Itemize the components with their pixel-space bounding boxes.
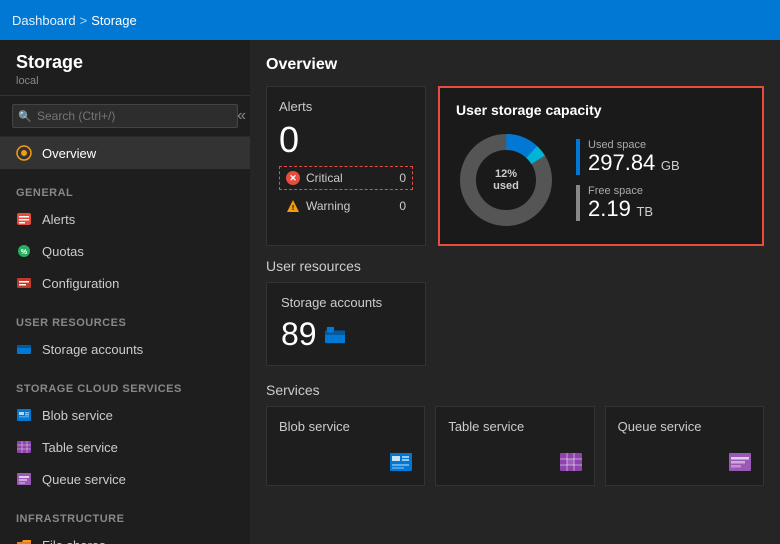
queue-icon	[16, 471, 32, 487]
sidebar-config-label: Configuration	[42, 276, 119, 291]
free-space-row: Free space 2.19 TB	[576, 185, 680, 221]
warning-icon: !	[286, 199, 300, 213]
capacity-card: User storage capacity 12% used	[438, 86, 764, 246]
collapse-button[interactable]: «	[237, 107, 246, 125]
sidebar-quotas-label: Quotas	[42, 244, 84, 259]
free-unit: TB	[636, 204, 653, 219]
svg-text:!: !	[292, 205, 294, 212]
capacity-inner: 12% used Used space 297.84 GB	[456, 130, 746, 230]
user-resources-title: User resources	[266, 258, 764, 274]
main-content: Overview Alerts 0 ✕ Critical 0 !	[250, 40, 780, 544]
table-service-card[interactable]: Table service	[435, 406, 594, 486]
section-general: General	[0, 177, 250, 203]
services-title: Services	[266, 382, 764, 398]
sidebar-blob-label: Blob service	[42, 408, 113, 423]
alerts-count: 0	[279, 122, 413, 158]
sidebar-overview-label: Overview	[42, 146, 96, 161]
breadcrumb-storage: Storage	[91, 13, 137, 28]
blob-icon-wrap	[279, 451, 412, 473]
table-icon-wrap	[448, 451, 581, 473]
storage-accounts-count: 89	[281, 316, 317, 353]
alerts-icon	[16, 211, 32, 227]
overview-title: Overview	[266, 56, 764, 74]
sidebar-title: Storage	[16, 52, 234, 73]
storage-accounts-icon	[16, 341, 32, 357]
breadcrumb-dashboard[interactable]: Dashboard	[12, 13, 76, 28]
section-cloud: Storage cloud services	[0, 373, 250, 399]
sidebar-file-shares-label: File shares	[42, 538, 106, 544]
breadcrumb-separator: >	[80, 13, 88, 28]
queue-service-card[interactable]: Queue service	[605, 406, 764, 486]
critical-label: Critical	[306, 171, 393, 185]
storage-accounts-value-row: 89	[281, 316, 411, 353]
free-value-row: 2.19 TB	[588, 197, 653, 221]
used-space-row: Used space 297.84 GB	[576, 139, 680, 175]
donut-chart: 12% used	[456, 130, 556, 230]
sidebar-item-configuration[interactable]: Configuration	[0, 267, 250, 299]
sidebar-item-queue[interactable]: Queue service	[0, 463, 250, 495]
sidebar-header: Storage local	[0, 40, 250, 96]
storage-accounts-icon-card	[325, 325, 345, 345]
sidebar-item-alerts[interactable]: Alerts	[0, 203, 250, 235]
blob-service-title: Blob service	[279, 419, 412, 434]
quotas-icon: %	[16, 243, 32, 259]
alerts-card: Alerts 0 ✕ Critical 0 ! Warning 0	[266, 86, 426, 246]
sidebar-item-table[interactable]: Table service	[0, 431, 250, 463]
sidebar: Storage local 🔍 « Overview General	[0, 40, 250, 544]
queue-service-icon	[729, 451, 751, 473]
free-value: 2.19	[588, 196, 631, 221]
donut-label: 12% used	[481, 168, 531, 192]
search-icon: 🔍	[18, 110, 32, 123]
sidebar-item-overview[interactable]: Overview	[0, 137, 250, 169]
critical-alert-row[interactable]: ✕ Critical 0	[279, 166, 413, 190]
table-icon	[16, 439, 32, 455]
sidebar-item-blob[interactable]: Blob service	[0, 399, 250, 431]
blob-icon	[16, 407, 32, 423]
queue-icon-wrap	[618, 451, 751, 473]
storage-accounts-card[interactable]: Storage accounts 89	[266, 282, 426, 366]
warning-value: 0	[399, 199, 406, 213]
services-grid: Blob service Table service	[266, 406, 764, 486]
sidebar-storage-label: Storage accounts	[42, 342, 143, 357]
sidebar-alerts-label: Alerts	[42, 212, 75, 227]
breadcrumb: Dashboard > Storage	[12, 13, 137, 28]
overview-grid: Alerts 0 ✕ Critical 0 ! Warning 0	[266, 86, 764, 246]
capacity-stats: Used space 297.84 GB Free space	[576, 139, 680, 221]
capacity-title: User storage capacity	[456, 102, 746, 118]
sidebar-item-file-shares[interactable]: File shares	[0, 529, 250, 544]
overview-icon	[16, 145, 32, 161]
used-bar	[576, 139, 580, 175]
blob-service-card[interactable]: Blob service	[266, 406, 425, 486]
critical-value: 0	[399, 171, 406, 185]
svg-text:%: %	[21, 249, 28, 256]
section-user-resources: User resources	[0, 307, 250, 333]
sidebar-queue-label: Queue service	[42, 472, 126, 487]
sidebar-item-storage-accounts[interactable]: Storage accounts	[0, 333, 250, 365]
queue-service-title: Queue service	[618, 419, 751, 434]
free-space-info: Free space 2.19 TB	[588, 185, 653, 221]
config-icon	[16, 275, 32, 291]
blob-service-icon	[390, 451, 412, 473]
section-infrastructure: Infrastructure	[0, 503, 250, 529]
search-input[interactable]	[12, 104, 238, 128]
critical-icon: ✕	[286, 171, 300, 185]
table-service-icon	[560, 451, 582, 473]
warning-label: Warning	[306, 199, 393, 213]
sidebar-search-container: 🔍 «	[0, 96, 250, 137]
used-value-row: 297.84 GB	[588, 151, 680, 175]
used-value: 297.84	[588, 150, 655, 175]
used-unit: GB	[661, 158, 680, 173]
topbar: Dashboard > Storage	[0, 0, 780, 40]
alerts-card-title: Alerts	[279, 99, 413, 114]
sidebar-table-label: Table service	[42, 440, 118, 455]
free-bar	[576, 185, 580, 221]
storage-accounts-card-title: Storage accounts	[281, 295, 411, 310]
sidebar-subtitle: local	[16, 75, 234, 87]
used-space-info: Used space 297.84 GB	[588, 139, 680, 175]
table-service-title: Table service	[448, 419, 581, 434]
sidebar-item-quotas[interactable]: % Quotas	[0, 235, 250, 267]
warning-alert-row[interactable]: ! Warning 0	[279, 194, 413, 218]
file-shares-icon	[16, 537, 32, 544]
